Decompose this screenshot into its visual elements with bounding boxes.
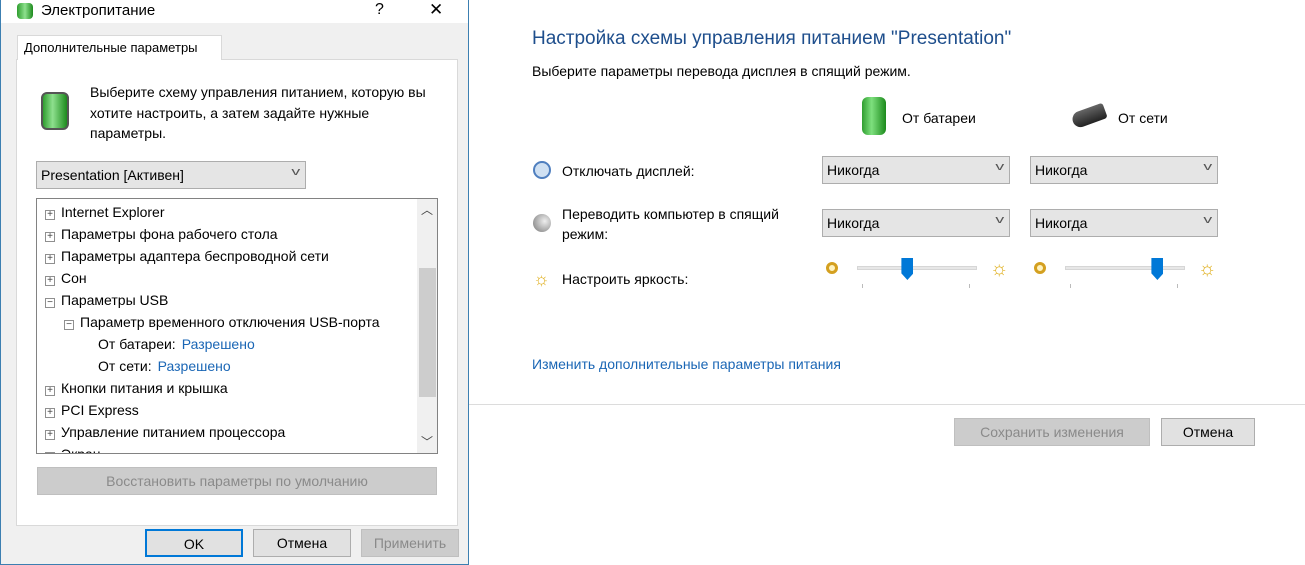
- expand-icon[interactable]: +: [45, 210, 55, 220]
- tree-item-label: Параметры USB: [61, 292, 169, 308]
- tree-item[interactable]: − Параметр временного отключения USB-порт…: [64, 311, 380, 333]
- tree-item-label: Кнопки питания и крышка: [61, 380, 228, 396]
- collapse-icon[interactable]: −: [45, 298, 55, 308]
- slider-track[interactable]: [857, 266, 977, 270]
- brightness-high-icon: ☼: [990, 258, 1009, 280]
- close-button[interactable]: ✕: [429, 0, 443, 20]
- tree-item[interactable]: + Параметры адаптера беспроводной сети: [45, 245, 329, 267]
- scroll-thumb[interactable]: [419, 268, 436, 397]
- tree-item-label: От батареи:: [98, 336, 176, 352]
- tree-item[interactable]: + Кнопки питания и крышка: [45, 377, 228, 399]
- expand-icon[interactable]: +: [45, 452, 55, 453]
- select-value: Никогда: [1035, 215, 1088, 231]
- tree-item-label: PCI Express: [61, 402, 139, 418]
- tree-item-label: Параметры фона рабочего стола: [61, 226, 278, 242]
- brightness-low-icon: [826, 262, 838, 274]
- scroll-up-icon[interactable]: ︿: [421, 201, 433, 218]
- expand-icon[interactable]: +: [45, 430, 55, 440]
- expand-icon[interactable]: +: [45, 386, 55, 396]
- brightness-high-icon: ☼: [1198, 258, 1217, 280]
- tree-item-label: Internet Explorer: [61, 204, 165, 220]
- sleep-ac-select[interactable]: Никогда v: [1030, 209, 1218, 237]
- apply-button[interactable]: Применить: [361, 529, 459, 557]
- chevron-down-icon: v: [994, 161, 1004, 173]
- select-value: Никогда: [827, 162, 880, 178]
- battery-icon: [862, 97, 886, 135]
- title-bar: Электропитание ? ✕: [1, 0, 468, 23]
- plug-icon: [1070, 102, 1108, 130]
- tree-item-value-link[interactable]: Разрешено: [158, 358, 231, 374]
- select-value: Никогда: [827, 215, 880, 231]
- scrollbar[interactable]: ︿ ﹀: [417, 199, 437, 453]
- display-ac-select[interactable]: Никогда v: [1030, 156, 1218, 184]
- advanced-settings-link[interactable]: Изменить дополнительные параметры питани…: [532, 356, 841, 372]
- settings-tree[interactable]: + Экран + Управление питанием процессора + PC…: [36, 198, 438, 454]
- intro-text: Выберите схему управления питанием, кото…: [90, 84, 426, 141]
- chevron-down-icon: v: [994, 214, 1004, 226]
- help-button[interactable]: ?: [375, 1, 384, 19]
- display-battery-select[interactable]: Никогда v: [822, 156, 1010, 184]
- sleep-battery-select[interactable]: Никогда v: [822, 209, 1010, 237]
- battery-plug-icon: [41, 92, 69, 130]
- tree-item-value-link[interactable]: Разрешено: [182, 336, 255, 352]
- expand-icon[interactable]: +: [45, 232, 55, 242]
- sleep-moon-icon: [533, 214, 551, 232]
- tree-item[interactable]: + Управление питанием процессора: [45, 421, 285, 443]
- tree-item[interactable]: + PCI Express: [45, 399, 139, 421]
- sleep-label: Переводить компьютер в спящий режим:: [562, 206, 779, 242]
- brightness-low-icon: [1034, 262, 1046, 274]
- chevron-down-icon: v: [1202, 161, 1212, 173]
- slider-thumb[interactable]: [1151, 258, 1164, 280]
- page-subtitle: Выберите параметры перевода дисплея в сп…: [532, 63, 911, 79]
- scroll-down-icon[interactable]: ﹀: [421, 433, 433, 450]
- dialog-cancel-button[interactable]: Отмена: [253, 529, 351, 557]
- slider-tick: [969, 284, 970, 288]
- display-clock-icon: [533, 161, 551, 179]
- slider-tick: [862, 284, 863, 288]
- brightness-label: Настроить яркость:: [562, 271, 689, 287]
- chevron-down-icon: v: [290, 166, 300, 178]
- slider-thumb[interactable]: [901, 258, 914, 280]
- slider-tick: [1070, 284, 1071, 288]
- expand-icon[interactable]: +: [45, 254, 55, 264]
- tree-item-label: Параметр временного отключения USB-порта: [80, 314, 380, 330]
- expand-icon[interactable]: +: [45, 408, 55, 418]
- dialog-title: Электропитание: [41, 2, 156, 19]
- tree-item-label: От сети:: [98, 358, 152, 374]
- column-ac-label: От сети: [1118, 110, 1168, 126]
- select-value: Никогда: [1035, 162, 1088, 178]
- scheme-select[interactable]: Presentation [Активен] v: [36, 161, 306, 189]
- cancel-button[interactable]: Отмена: [1161, 418, 1255, 446]
- tree-item[interactable]: + Сон: [45, 267, 87, 289]
- tree-item-label: Параметры адаптера беспроводной сети: [61, 248, 329, 264]
- tree-item-label: Сон: [61, 270, 87, 286]
- tree-item[interactable]: От сети: Разрешено: [98, 355, 231, 377]
- brightness-icon: ☼: [533, 269, 550, 289]
- power-options-dialog: Электропитание ? ✕ Дополнительные параме…: [0, 0, 469, 565]
- column-battery-label: От батареи: [902, 110, 976, 126]
- divider: [468, 404, 1305, 405]
- power-app-icon: [17, 3, 33, 19]
- ok-button[interactable]: OK: [145, 529, 243, 557]
- save-changes-button[interactable]: Сохранить изменения: [954, 418, 1150, 446]
- page-title: Настройка схемы управления питанием "Pre…: [532, 28, 1012, 49]
- slider-track[interactable]: [1065, 266, 1185, 270]
- tab-advanced-settings[interactable]: Дополнительные параметры: [17, 35, 222, 60]
- expand-icon[interactable]: +: [45, 276, 55, 286]
- select-value: Presentation [Активен]: [41, 167, 184, 183]
- tree-item[interactable]: + Параметры фона рабочего стола: [45, 223, 278, 245]
- tree-item[interactable]: − Параметры USB: [45, 289, 168, 311]
- tree-item[interactable]: От батареи: Разрешено: [98, 333, 255, 355]
- tree-item[interactable]: + Internet Explorer: [45, 201, 165, 223]
- tree-item-label: Экран: [61, 446, 101, 454]
- tree-item[interactable]: + Экран: [45, 443, 101, 454]
- display-label: Отключать дисплей:: [562, 163, 695, 179]
- restore-defaults-button[interactable]: Восстановить параметры по умолчанию: [37, 467, 437, 495]
- tree-item-label: Управление питанием процессора: [61, 424, 286, 440]
- chevron-down-icon: v: [1202, 214, 1212, 226]
- slider-tick: [1177, 284, 1178, 288]
- collapse-icon[interactable]: −: [64, 320, 74, 330]
